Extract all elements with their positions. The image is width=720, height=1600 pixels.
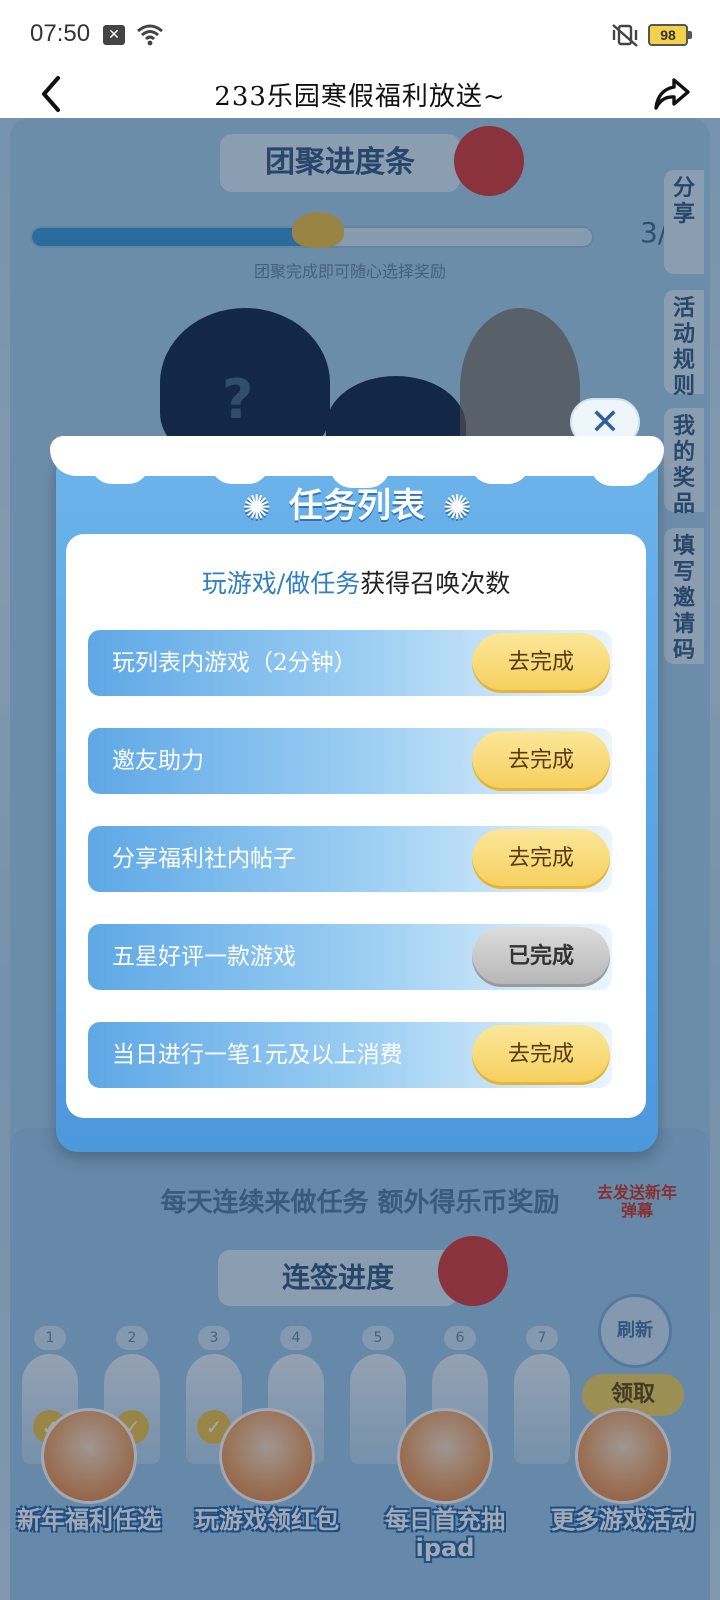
task-row: 分享福利社内帖子 去完成 bbox=[88, 826, 612, 892]
snow-decoration bbox=[50, 436, 664, 484]
go-complete-button[interactable]: 去完成 bbox=[472, 731, 610, 791]
task-name: 邀友助力 bbox=[112, 748, 204, 774]
task-row: 五星好评一款游戏 已完成 bbox=[88, 924, 612, 990]
task-row: 邀友助力 去完成 bbox=[88, 728, 612, 794]
page-title: 233乐园寒假福利放送~ bbox=[214, 82, 506, 112]
status-bar: 07:50 ✕ 98 bbox=[0, 0, 720, 68]
completed-button[interactable]: 已完成 bbox=[472, 927, 610, 987]
go-complete-button[interactable]: 去完成 bbox=[472, 1025, 610, 1085]
go-complete-button[interactable]: 去完成 bbox=[472, 829, 610, 889]
task-row: 当日进行一笔1元及以上消费 去完成 bbox=[88, 1022, 612, 1088]
modal-subtitle: 玩游戏/做任务获得召唤次数 bbox=[66, 564, 646, 600]
task-name: 玩列表内游戏（2分钟） bbox=[112, 650, 357, 676]
snowflake-icon: ✺ bbox=[443, 487, 472, 528]
modal-title-text: 任务列表 bbox=[289, 486, 425, 526]
task-name: 当日进行一笔1元及以上消费 bbox=[112, 1042, 403, 1068]
status-time: 07:50 bbox=[30, 20, 91, 47]
task-row: 玩列表内游戏（2分钟） 去完成 bbox=[88, 630, 612, 696]
battery-indicator: 98 bbox=[648, 24, 692, 46]
subtitle-highlight: 玩游戏/做任务 bbox=[201, 569, 361, 598]
snowflake-icon: ✺ bbox=[242, 487, 272, 528]
title-bar: 233乐园寒假福利放送~ bbox=[0, 68, 720, 118]
notification-x-icon: ✕ bbox=[103, 25, 125, 45]
task-card: 玩游戏/做任务获得召唤次数 玩列表内游戏（2分钟） 去完成 邀友助力 去完成 分… bbox=[66, 534, 646, 1118]
task-list-modal: ✺ 任务列表 ✺ 玩游戏/做任务获得召唤次数 玩列表内游戏（2分钟） 去完成 邀友助… bbox=[50, 436, 664, 1152]
share-icon[interactable] bbox=[652, 74, 692, 114]
go-complete-button[interactable]: 去完成 bbox=[472, 633, 610, 693]
subtitle-rest: 获得召唤次数 bbox=[360, 569, 511, 598]
task-name: 分享福利社内帖子 bbox=[112, 846, 296, 872]
modal-title: ✺ 任务列表 ✺ bbox=[56, 478, 658, 528]
wifi-icon bbox=[137, 24, 163, 46]
vibrate-mute-icon bbox=[612, 24, 638, 47]
task-name: 五星好评一款游戏 bbox=[112, 944, 296, 970]
